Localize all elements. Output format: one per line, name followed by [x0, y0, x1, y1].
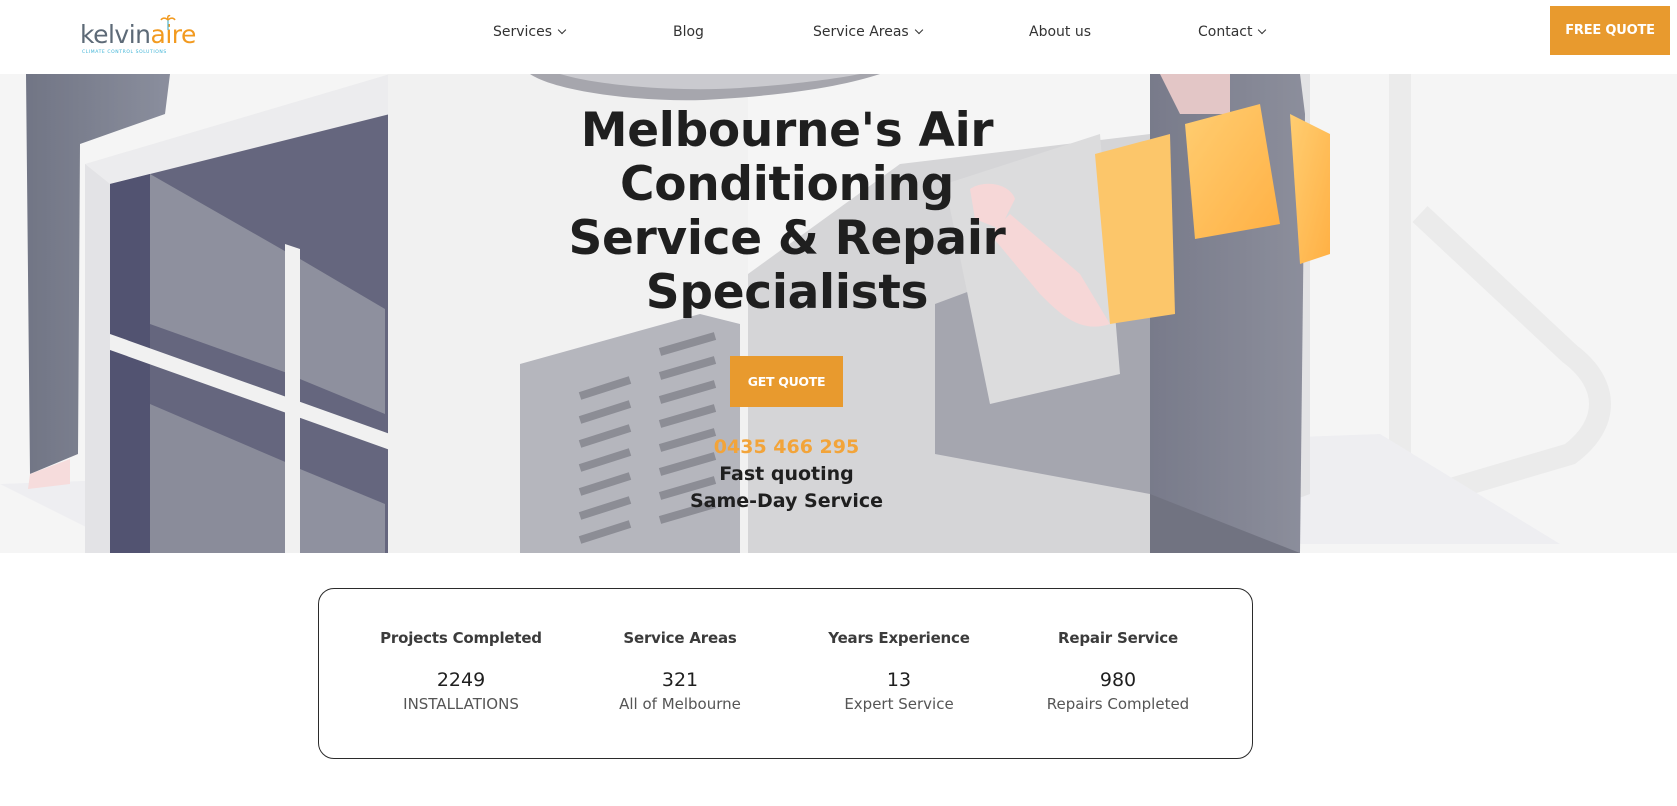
nav-service-areas[interactable]: Service Areas: [813, 24, 923, 40]
nav-services[interactable]: Services: [493, 24, 567, 40]
palm-tree-icon: [160, 14, 176, 30]
get-quote-button[interactable]: GET QUOTE: [730, 356, 843, 407]
stat-subtitle: Expert Service: [844, 695, 954, 713]
chevron-down-icon: [557, 25, 567, 35]
stat-years-experience: Years Experience 13 Expert Service: [794, 629, 1004, 713]
nav-about-us[interactable]: About us: [1029, 24, 1091, 40]
logo-wordmark: kelvinaire: [80, 20, 196, 49]
stat-subtitle: All of Melbourne: [619, 695, 741, 713]
stat-subtitle: Repairs Completed: [1046, 695, 1190, 713]
hero-section: Melbourne's Air Conditioning Service & R…: [0, 74, 1677, 553]
fast-quoting-text: Fast quoting: [719, 463, 854, 485]
stats-panel: Projects Completed 2249 INSTALLATIONS Se…: [318, 588, 1253, 759]
stat-title: Repair Service: [1058, 629, 1178, 647]
stat-value: 13: [886, 669, 912, 691]
site-header: kelvinaire CLIMATE CONTROL SOLUTIONS Ser…: [0, 0, 1677, 74]
nav-blog[interactable]: Blog: [673, 24, 704, 40]
stat-service-areas: Service Areas 321 All of Melbourne: [575, 629, 785, 713]
stat-title: Years Experience: [828, 629, 970, 647]
hero-title: Melbourne's Air Conditioning Service & R…: [568, 103, 1006, 320]
stat-title: Service Areas: [623, 629, 737, 647]
chevron-down-icon: [1258, 25, 1267, 35]
stat-subtitle: INSTALLATIONS: [403, 695, 519, 713]
stat-repair-service: Repair Service 980 Repairs Completed: [1013, 629, 1223, 713]
nav-contact[interactable]: Contact: [1198, 24, 1267, 40]
kelvinaire-logo[interactable]: kelvinaire CLIMATE CONTROL SOLUTIONS: [80, 14, 200, 56]
stat-title: Projects Completed: [380, 629, 542, 647]
logo-tagline: CLIMATE CONTROL SOLUTIONS: [82, 50, 167, 55]
stat-value: 2249: [436, 669, 486, 691]
same-day-service-text: Same-Day Service: [689, 490, 884, 512]
chevron-down-icon: [914, 25, 923, 35]
free-quote-button[interactable]: FREE QUOTE: [1550, 6, 1670, 55]
stat-value: 980: [1099, 669, 1137, 691]
stat-value: 321: [661, 669, 699, 691]
stat-projects-completed: Projects Completed 2249 INSTALLATIONS: [356, 629, 566, 713]
phone-number-link[interactable]: 0435 466 295: [640, 436, 933, 458]
